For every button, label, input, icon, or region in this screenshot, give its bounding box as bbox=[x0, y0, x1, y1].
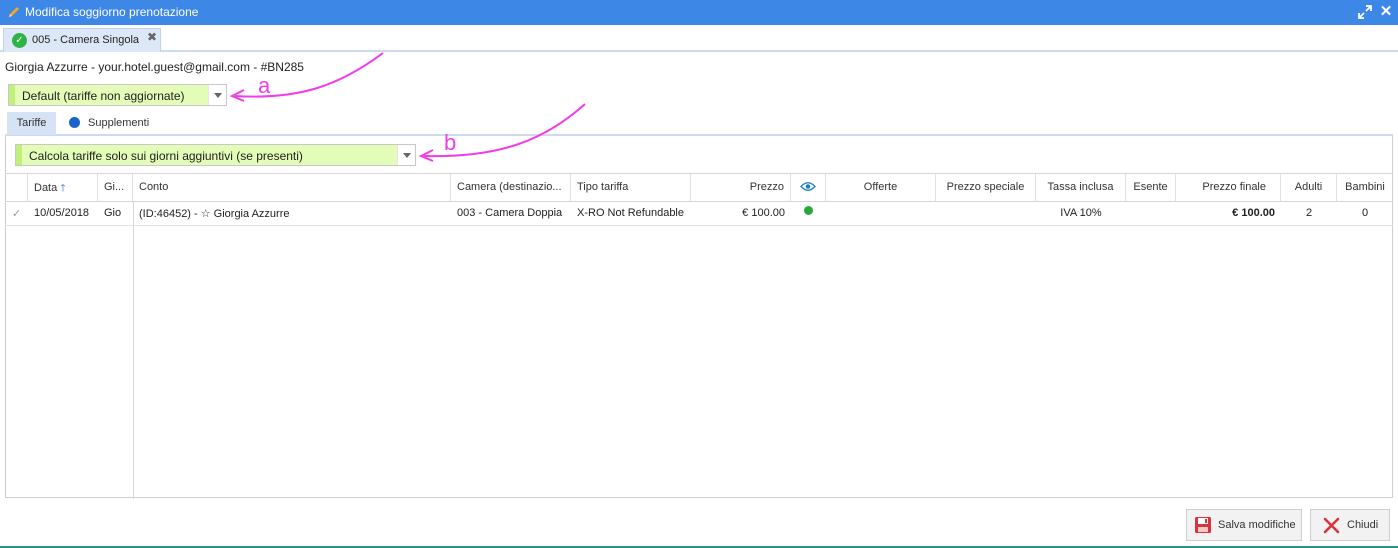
chevron-down-icon[interactable] bbox=[208, 85, 226, 105]
cell-prezzo-finale: € 100.00 bbox=[1232, 207, 1275, 219]
header-offerte[interactable]: Offerte bbox=[826, 174, 936, 201]
close-button[interactable]: Chiudi bbox=[1310, 509, 1390, 541]
header-camera[interactable]: Camera (destinazio... bbox=[451, 174, 571, 201]
grid-header: Data 🡑 Gi... Conto Camera (destinazio...… bbox=[5, 174, 1393, 202]
subtab-bar: Tariffe Supplementi bbox=[5, 112, 1393, 136]
table-row[interactable]: ✓ 10/05/2018 Gio (ID:46452) - ☆ Giorgia … bbox=[5, 202, 1393, 226]
cell-bambini: 0 bbox=[1361, 207, 1369, 219]
cell-tipo: X-RO Not Refundable bbox=[577, 207, 684, 219]
save-button[interactable]: Salva modifiche bbox=[1186, 509, 1302, 541]
cell-tassa: IVA 10% bbox=[1060, 207, 1102, 219]
cell-esente bbox=[1126, 202, 1176, 225]
header-conto[interactable]: Conto bbox=[133, 174, 451, 201]
status-dot-icon bbox=[804, 206, 813, 215]
floppy-disk-icon bbox=[1195, 517, 1211, 533]
cell-conto: (ID:46452) - ☆ Giorgia Azzurre bbox=[139, 208, 290, 220]
rate-select[interactable]: Default (tariffe non aggiornate) bbox=[8, 84, 227, 106]
select-accent bbox=[16, 145, 22, 165]
header-bambini[interactable]: Bambini bbox=[1337, 174, 1393, 201]
check-circle-icon: ✓ bbox=[12, 33, 27, 48]
close-window-icon[interactable]: ✕ bbox=[1379, 4, 1393, 20]
calc-mode-select[interactable]: Calcola tariffe solo sui giorni aggiunti… bbox=[15, 144, 416, 166]
maximize-icon[interactable] bbox=[1358, 5, 1372, 19]
guest-info: Giorgia Azzurre - your.hotel.guest@gmail… bbox=[5, 60, 304, 74]
cell-offerte bbox=[826, 202, 936, 225]
calc-select-value: Calcola tariffe solo sui giorni aggiunti… bbox=[29, 149, 303, 163]
header-data-label: Data bbox=[34, 182, 58, 194]
row-check-icon[interactable]: ✓ bbox=[5, 202, 28, 225]
rate-select-value: Default (tariffe non aggiornate) bbox=[22, 89, 185, 103]
cell-camera: 003 - Camera Doppia bbox=[457, 207, 563, 219]
document-tabstrip: ✓ 005 - Camera Singola ✖ bbox=[0, 25, 1398, 52]
tab-tariffe-label: Tariffe bbox=[16, 117, 47, 129]
frozen-column-divider bbox=[133, 202, 134, 499]
select-accent bbox=[9, 85, 15, 105]
cell-prezzo: € 100.00 bbox=[742, 207, 785, 219]
header-prezzo-speciale[interactable]: Prezzo speciale bbox=[936, 174, 1036, 201]
close-button-label: Chiudi bbox=[1347, 519, 1379, 531]
tab-label: 005 - Camera Singola bbox=[32, 34, 140, 46]
header-esente[interactable]: Esente bbox=[1126, 174, 1176, 201]
tariffe-grid: Data 🡑 Gi... Conto Camera (destinazio...… bbox=[5, 173, 1393, 499]
save-button-label: Salva modifiche bbox=[1218, 519, 1296, 531]
annotation-label-a: a bbox=[258, 73, 271, 98]
header-tassa[interactable]: Tassa inclusa bbox=[1036, 174, 1126, 201]
header-adulti[interactable]: Adulti bbox=[1281, 174, 1337, 201]
cell-giorno: Gio bbox=[104, 207, 122, 219]
cell-adulti: 2 bbox=[1305, 207, 1313, 219]
header-giorno[interactable]: Gi... bbox=[98, 174, 133, 201]
cell-visibility bbox=[791, 202, 826, 225]
header-prezzo[interactable]: Prezzo bbox=[691, 174, 791, 201]
close-tab-icon[interactable]: ✖ bbox=[147, 30, 157, 44]
tab-supplementi[interactable]: Supplementi bbox=[67, 112, 167, 135]
window-titlebar: Modifica soggiorno prenotazione ✕ bbox=[0, 0, 1398, 25]
circle-icon bbox=[69, 117, 80, 128]
header-visibility[interactable] bbox=[791, 174, 826, 201]
close-x-icon bbox=[1323, 517, 1340, 534]
window-title: Modifica soggiorno prenotazione bbox=[25, 5, 199, 19]
header-check bbox=[5, 174, 28, 201]
cell-prezzo-speciale bbox=[936, 202, 1036, 225]
tab-supplementi-label: Supplementi bbox=[88, 117, 150, 129]
tab-camera-singola[interactable]: ✓ 005 - Camera Singola ✖ bbox=[3, 28, 161, 52]
annotation-arrowhead-a bbox=[229, 89, 245, 102]
tab-tariffe[interactable]: Tariffe bbox=[7, 112, 56, 135]
header-data[interactable]: Data 🡑 bbox=[28, 174, 98, 201]
header-prezzo-finale[interactable]: Prezzo finale bbox=[1176, 174, 1281, 201]
eye-icon bbox=[800, 182, 816, 191]
chevron-down-icon[interactable] bbox=[397, 145, 415, 165]
cell-data: 10/05/2018 bbox=[34, 207, 90, 219]
sort-up-icon: 🡑 bbox=[60, 183, 66, 194]
pencil-icon bbox=[9, 7, 19, 17]
header-tipo[interactable]: Tipo tariffa bbox=[571, 174, 691, 201]
